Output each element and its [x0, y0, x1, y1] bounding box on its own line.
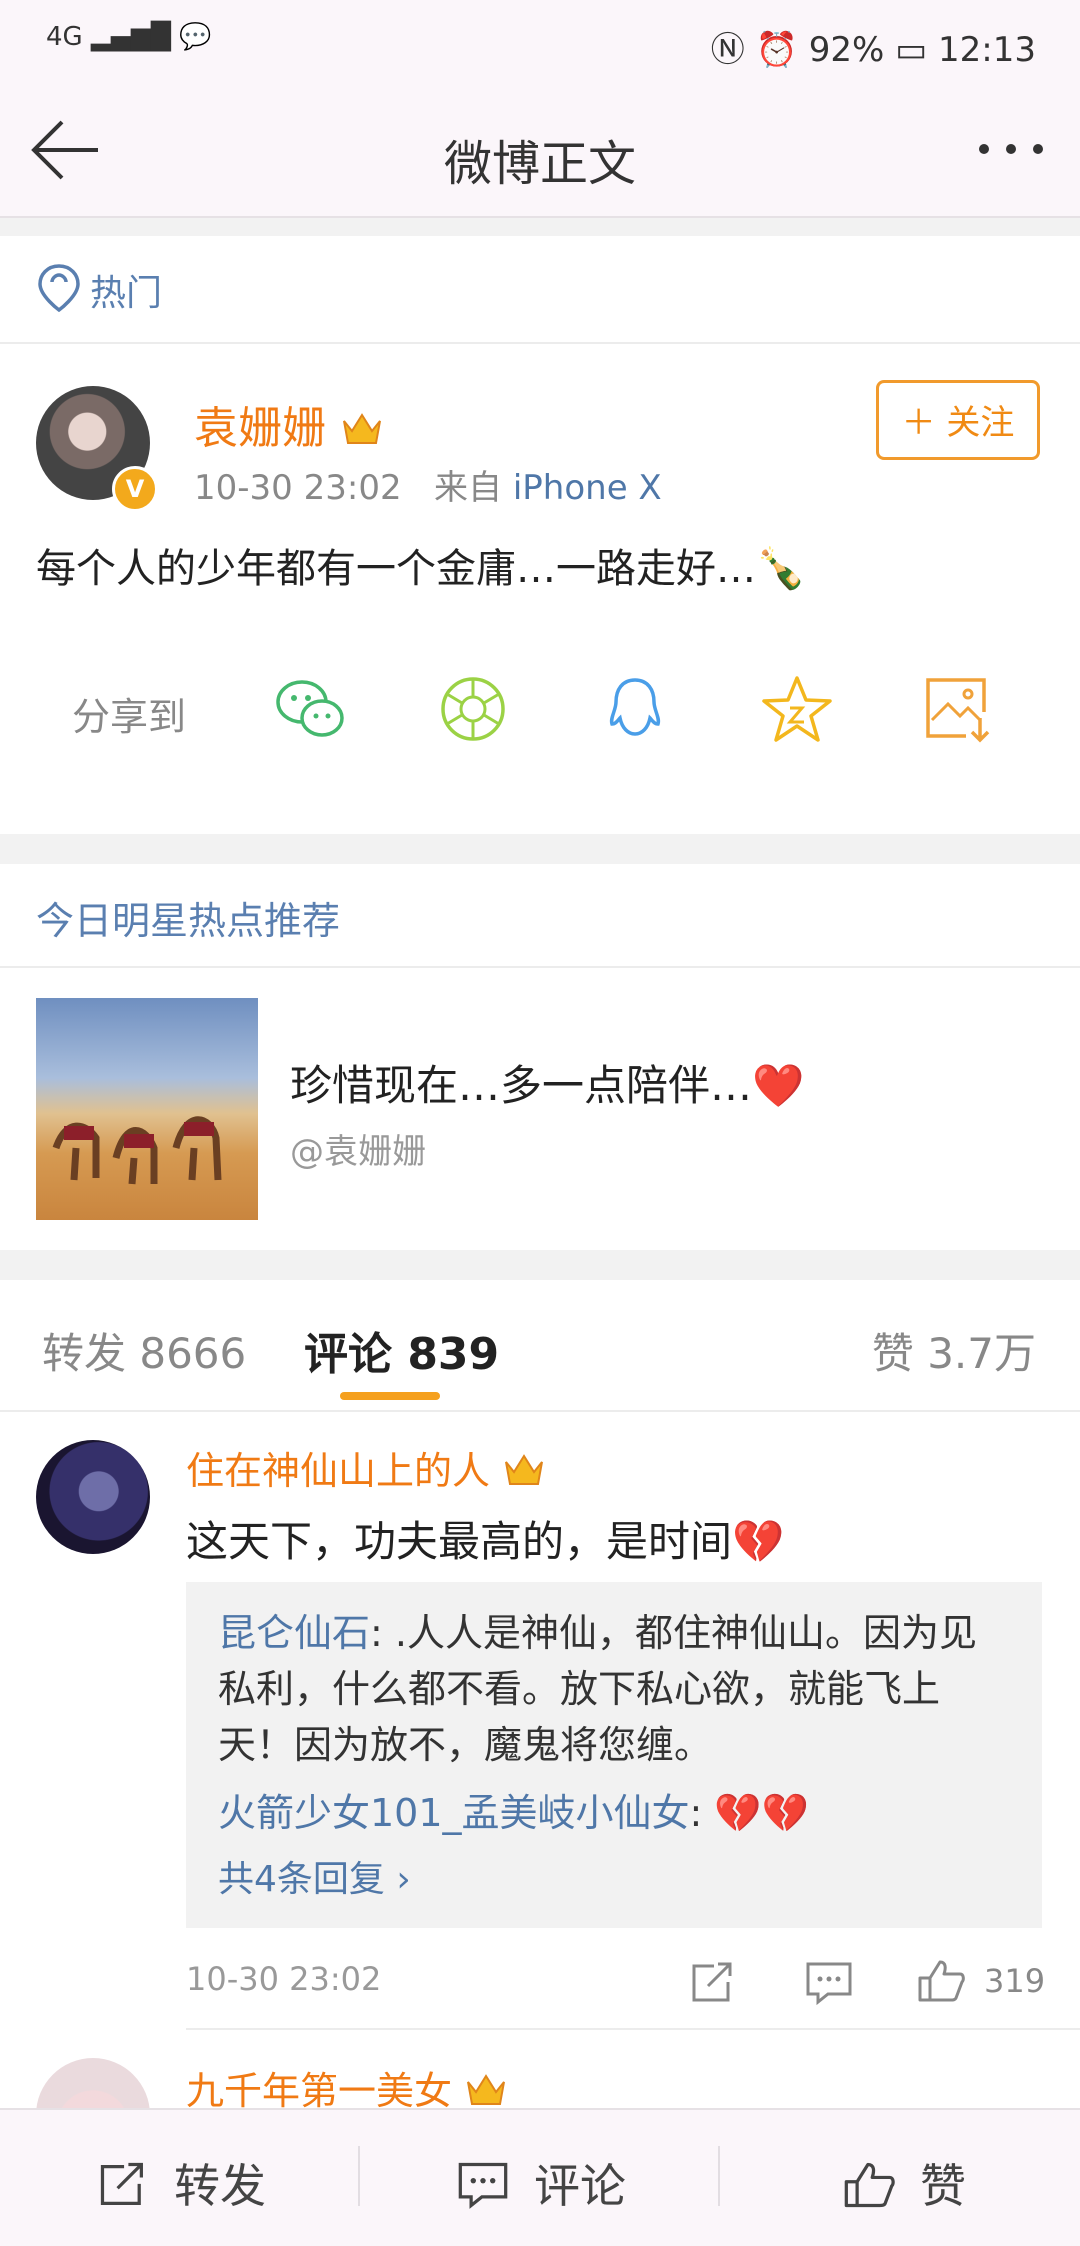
post-source[interactable]: iPhone X: [513, 468, 662, 508]
section-gap: [0, 834, 1080, 864]
member-crown-icon: [505, 1454, 544, 1485]
qq-icon[interactable]: [598, 674, 672, 744]
follow-label: 关注: [946, 403, 1015, 443]
reply-username[interactable]: 火箭少女101_孟美岐小仙女: [218, 1791, 690, 1835]
member-crown-icon: [467, 2074, 506, 2105]
follow-button[interactable]: ＋ 关注: [876, 380, 1040, 460]
favorite-star-icon[interactable]: [760, 674, 834, 744]
separator: [358, 2146, 360, 2206]
message-icon: 💬: [179, 22, 212, 52]
recommend-author[interactable]: @袁姗姗: [290, 1124, 426, 1173]
plus-icon: ＋: [901, 403, 936, 443]
member-crown-icon: [343, 413, 381, 444]
commenter-avatar[interactable]: [36, 1440, 150, 1554]
status-bar: 4G ▂▄▆█ 💬 Ⓝ ⏰ 92% ▭ 12:13: [0, 0, 1080, 86]
tab-comments[interactable]: 评论 839: [304, 1318, 499, 1382]
reply-text-line: 天！因为放不，魔鬼将您缠。: [218, 1723, 713, 1767]
post-time: 10-30 23:02: [194, 468, 402, 508]
author-name-text: 袁姗姗: [194, 403, 326, 454]
recommend-title: 今日明星热点推荐: [36, 899, 341, 943]
bottom-like-button[interactable]: 赞: [842, 2150, 966, 2216]
reply-text-line: 私利，什么都不看。放下私心欲，就能飞上: [218, 1667, 941, 1711]
camel-caravan-image: [52, 1116, 222, 1185]
view-all-replies-link[interactable]: 共4条回复 ›: [218, 1850, 411, 1902]
reply-text: : .人人是神仙，都住神仙山。因为见: [370, 1611, 977, 1655]
reply-line: 火箭少女101_孟美岐小仙女: 💔💔: [218, 1782, 809, 1837]
battery-percent: 92%: [808, 30, 885, 70]
network-type: 4G: [46, 22, 83, 52]
signal-icon: ▂▄▆█: [90, 22, 171, 52]
status-right: Ⓝ ⏰ 92% ▭ 12:13: [711, 22, 1036, 71]
clock: 12:13: [938, 30, 1036, 70]
bottom-comment-button[interactable]: 评论: [456, 2150, 626, 2216]
repost-icon: [100, 2162, 143, 2205]
wechat-icon[interactable]: [274, 674, 348, 744]
comment-time: 10-30 23:02: [186, 1960, 382, 1998]
thumbs-up-icon: [844, 2162, 895, 2208]
repost-label: 转发: [174, 2159, 266, 2213]
recommend-thumbnail[interactable]: [36, 998, 258, 1220]
reply-username[interactable]: 昆仑仙石: [218, 1611, 370, 1655]
bottom-action-bar: 转发 评论 赞: [0, 2108, 1080, 2246]
nfc-icon: Ⓝ: [710, 30, 745, 70]
comment-like-count: 319: [984, 1962, 1046, 2000]
location-pin-icon: [38, 264, 80, 313]
repost-icon[interactable]: [688, 1960, 738, 2006]
reply-text: : 💔💔: [689, 1791, 810, 1835]
tab-reposts[interactable]: 转发 8666: [42, 1320, 246, 1381]
active-tab-indicator: [340, 1392, 440, 1400]
bottom-repost-button[interactable]: 转发: [96, 2150, 266, 2216]
post-text: 每个人的少年都有一个金庸…一路走好…🍾: [36, 546, 806, 592]
thumbs-up-icon[interactable]: [916, 1958, 966, 2004]
divider: [186, 2028, 1080, 2030]
commenter-name-text: 住在神仙山上的人: [186, 1449, 491, 1493]
section-gap: [0, 1250, 1080, 1280]
commenter-name-text: 九千年第一美女: [186, 2069, 453, 2113]
comment-text: 这天下，功夫最高的，是时间💔: [186, 1517, 785, 1566]
comment-icon: [458, 2162, 508, 2209]
post-author-name[interactable]: 袁姗姗: [194, 392, 384, 456]
comment-icon[interactable]: [804, 1960, 854, 2006]
reply-preview-box[interactable]: 昆仑仙石: .人人是神仙，都住神仙山。因为见 私利，什么都不看。放下私心欲，就能…: [186, 1582, 1042, 1928]
hot-label: 热门: [90, 273, 163, 314]
alarm-icon: ⏰: [755, 30, 798, 70]
share-label: 分享到: [72, 695, 187, 739]
battery-icon: ▭: [895, 30, 928, 70]
recommend-text[interactable]: 珍惜现在…多一点陪伴…❤️: [290, 1052, 804, 1113]
hot-tag-row[interactable]: 热门: [0, 236, 1080, 344]
divider: [0, 966, 1080, 968]
source-prefix: 来自: [434, 468, 503, 508]
separator: [718, 2146, 720, 2206]
reply-line: 昆仑仙石: .人人是神仙，都住神仙山。因为见: [218, 1602, 977, 1657]
interaction-tabs: 转发 8666 评论 839 赞 3.7万: [0, 1280, 1080, 1412]
comment-label: 评论: [534, 2159, 626, 2213]
tab-likes[interactable]: 赞 3.7万: [872, 1320, 1036, 1381]
commenter-name[interactable]: 九千年第一美女: [186, 2060, 508, 2115]
save-image-icon[interactable]: [922, 674, 996, 744]
moments-icon[interactable]: [436, 674, 510, 744]
signal-indicator: 4G ▂▄▆█ 💬: [46, 22, 212, 52]
verified-badge-icon: V: [112, 466, 158, 512]
top-nav-bar: 微博正文: [0, 86, 1080, 218]
more-options-icon[interactable]: [976, 134, 1046, 164]
commenter-name[interactable]: 住在神仙山上的人: [186, 1440, 546, 1495]
page-title: 微博正文: [443, 136, 636, 192]
post-meta: 10-30 23:02 来自 iPhone X: [194, 460, 662, 509]
section-gap: [0, 218, 1080, 236]
like-label: 赞: [920, 2159, 966, 2213]
